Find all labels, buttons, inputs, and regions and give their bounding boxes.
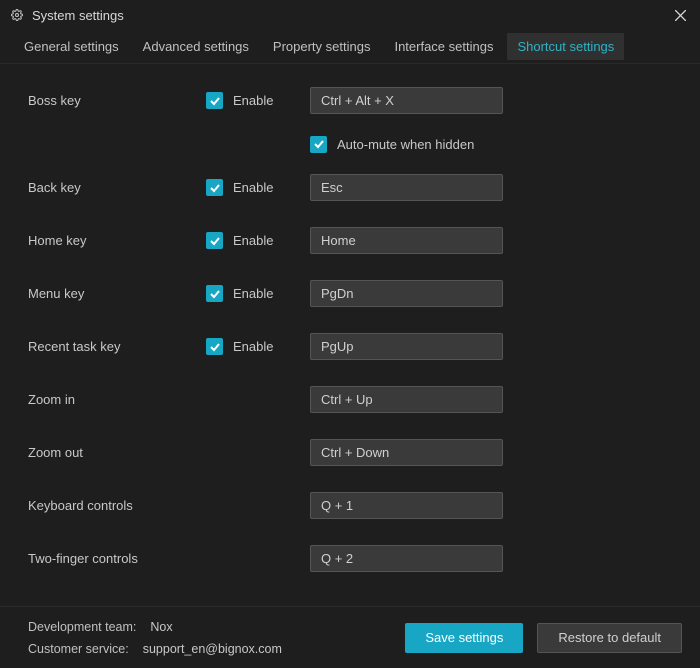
back-key-label: Back key (28, 180, 206, 195)
boss-key-enable-checkbox[interactable] (206, 92, 223, 109)
row-twofinger: Two-finger controls Q + 2 (0, 532, 700, 585)
row-zoom-in: Zoom in Ctrl + Up (0, 373, 700, 426)
automute-checkbox[interactable] (310, 136, 327, 153)
row-automute: Auto-mute when hidden (0, 127, 700, 161)
tab-advanced-settings[interactable]: Advanced settings (133, 33, 259, 60)
tab-shortcut-settings[interactable]: Shortcut settings (507, 33, 624, 60)
enable-label: Enable (233, 233, 273, 248)
tab-interface-settings[interactable]: Interface settings (384, 33, 503, 60)
boss-key-input[interactable]: Ctrl + Alt + X (310, 87, 503, 114)
tabs: General settingsAdvanced settingsPropert… (0, 30, 700, 64)
zoom-out-label: Zoom out (28, 445, 206, 460)
zoom-in-input[interactable]: Ctrl + Up (310, 386, 503, 413)
enable-label: Enable (233, 93, 273, 108)
tab-property-settings[interactable]: Property settings (263, 33, 381, 60)
zoom-out-input[interactable]: Ctrl + Down (310, 439, 503, 466)
dev-team-label: Development team: (28, 620, 136, 634)
enable-label: Enable (233, 180, 273, 195)
enable-label: Enable (233, 339, 273, 354)
twofinger-input[interactable]: Q + 2 (310, 545, 503, 572)
dev-team-value: Nox (150, 620, 172, 634)
recent-key-enable-checkbox[interactable] (206, 338, 223, 355)
footer: Development team: Nox Customer service: … (0, 606, 700, 668)
back-key-input[interactable]: Esc (310, 174, 503, 201)
row-zoom-out: Zoom out Ctrl + Down (0, 426, 700, 479)
row-home-key: Home key Enable Home (0, 214, 700, 267)
boss-key-label: Boss key (28, 93, 206, 108)
home-key-enable-checkbox[interactable] (206, 232, 223, 249)
keyboard-label: Keyboard controls (28, 498, 206, 513)
row-menu-key: Menu key Enable PgDn (0, 267, 700, 320)
home-key-input[interactable]: Home (310, 227, 503, 254)
gear-icon (10, 8, 24, 22)
row-back-key: Back key Enable Esc (0, 161, 700, 214)
save-button[interactable]: Save settings (405, 623, 523, 653)
automute-label: Auto-mute when hidden (337, 137, 474, 152)
back-key-enable-checkbox[interactable] (206, 179, 223, 196)
close-icon[interactable] (670, 5, 690, 25)
keyboard-input[interactable]: Q + 1 (310, 492, 503, 519)
menu-key-label: Menu key (28, 286, 206, 301)
recent-key-label: Recent task key (28, 339, 206, 354)
titlebar: System settings (0, 0, 700, 30)
recent-key-input[interactable]: PgUp (310, 333, 503, 360)
twofinger-label: Two-finger controls (28, 551, 206, 566)
menu-key-enable-checkbox[interactable] (206, 285, 223, 302)
menu-key-input[interactable]: PgDn (310, 280, 503, 307)
home-key-label: Home key (28, 233, 206, 248)
row-keyboard: Keyboard controls Q + 1 (0, 479, 700, 532)
zoom-in-label: Zoom in (28, 392, 206, 407)
row-recent-key: Recent task key Enable PgUp (0, 320, 700, 373)
row-boss-key: Boss key Enable Ctrl + Alt + X (0, 74, 700, 127)
tab-general-settings[interactable]: General settings (14, 33, 129, 60)
shortcut-settings-panel: Boss key Enable Ctrl + Alt + X Auto-mute… (0, 64, 700, 595)
enable-label: Enable (233, 286, 273, 301)
support-label: Customer service: (28, 642, 129, 656)
window-title: System settings (32, 8, 124, 23)
restore-button[interactable]: Restore to default (537, 623, 682, 653)
support-value[interactable]: support_en@bignox.com (143, 642, 282, 656)
